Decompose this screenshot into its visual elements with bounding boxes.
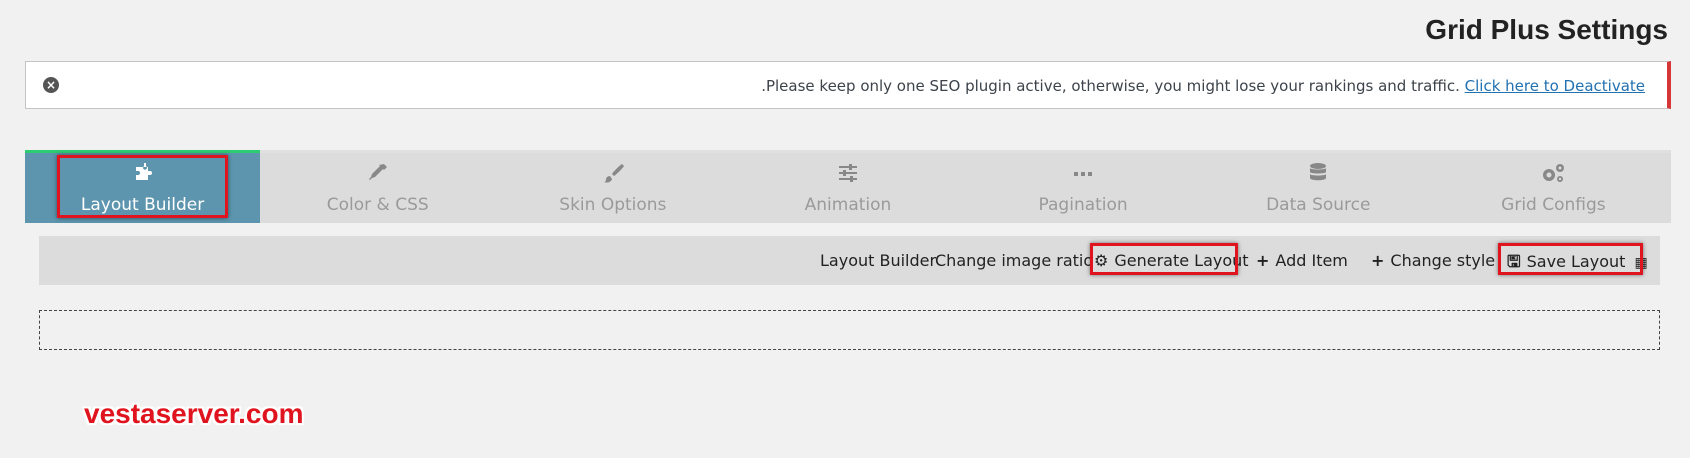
layout-builder-button[interactable]: Layout Builder: [820, 251, 936, 270]
change-style-label: Change style: [1390, 251, 1496, 270]
tab-label: Layout Builder: [80, 195, 205, 215]
eyedropper-icon: [366, 161, 390, 191]
tab-label: Animation: [804, 195, 892, 215]
tab-skin-options[interactable]: Skin Options: [495, 153, 730, 223]
generate-layout-button[interactable]: ⚙ Generate Layout: [1094, 251, 1249, 270]
notice-text: .Please keep only one SEO plugin active,…: [761, 77, 1460, 95]
gears-icon: [1539, 161, 1567, 191]
puzzle-icon: [131, 161, 155, 191]
gears-icon: ⚙: [1094, 251, 1109, 270]
add-item-button[interactable]: + Add Item: [1256, 251, 1348, 270]
deactivate-link[interactable]: Click here to Deactivate: [1465, 77, 1645, 95]
tab-label: Skin Options: [559, 195, 667, 215]
dots-icon: [1071, 161, 1095, 191]
tab-animation[interactable]: Animation: [730, 153, 965, 223]
save-layout-label: Save Layout: [1526, 252, 1626, 271]
brush-icon: [601, 161, 625, 191]
watermark: vestaserver.com: [84, 398, 304, 429]
tab-color-css[interactable]: Color & CSS: [260, 153, 495, 223]
add-item-label: Add Item: [1275, 251, 1348, 270]
layout-drop-area[interactable]: [39, 310, 1660, 350]
save-layout-button[interactable]: 🖫 Save Layout ▦: [1507, 251, 1648, 278]
notice-message: .Please keep only one SEO plugin active,…: [761, 77, 1645, 95]
sliders-icon: [836, 161, 860, 191]
layout-toolbar: Layout Builder Change image ratio ⚙ Gener…: [39, 236, 1660, 285]
tab-label: Grid Configs: [1501, 195, 1606, 215]
tab-data-source[interactable]: Data Source: [1201, 153, 1436, 223]
plus-icon: +: [1371, 251, 1385, 270]
page-title: Grid Plus Settings: [1425, 14, 1668, 45]
change-style-button[interactable]: + Change style: [1371, 251, 1495, 270]
change-image-ratio-button[interactable]: Change image ratio: [935, 251, 1093, 270]
tab-grid-configs[interactable]: Grid Configs: [1436, 153, 1671, 223]
close-circle-icon[interactable]: ×: [43, 77, 59, 93]
qr-icon: ▦: [1634, 255, 1648, 271]
tab-label: Data Source: [1266, 195, 1371, 215]
tab-pagination[interactable]: Pagination: [966, 153, 1201, 223]
tab-label: Color & CSS: [326, 195, 429, 215]
plus-icon: +: [1256, 251, 1270, 270]
settings-tabs: Layout Builder Color & CSS Skin Options …: [25, 150, 1671, 223]
tab-layout-builder[interactable]: Layout Builder: [25, 150, 261, 223]
save-icon: 🖫: [1507, 252, 1521, 271]
seo-notice: × .Please keep only one SEO plugin activ…: [25, 61, 1671, 109]
database-icon: [1306, 161, 1330, 191]
tab-label: Pagination: [1038, 195, 1128, 215]
generate-layout-label: Generate Layout: [1114, 251, 1249, 270]
